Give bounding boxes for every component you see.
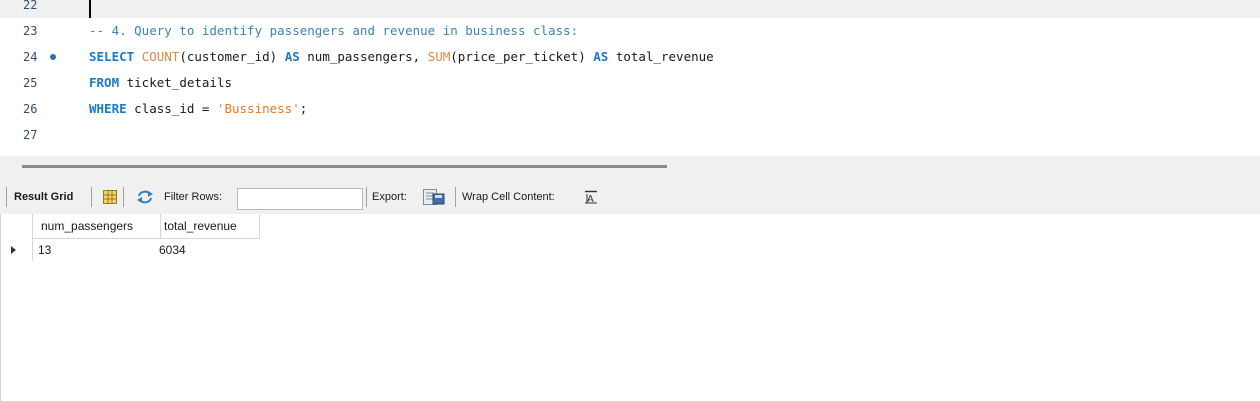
toolbar-separator [455, 187, 456, 207]
code-token: (price_per_ticket) [450, 49, 594, 64]
export-label: Export: [372, 191, 407, 203]
editor-line[interactable]: 25 FROM ticket_details [0, 70, 1260, 96]
code-token: total_revenue [608, 49, 714, 64]
result-toolbar: Result Grid Filter Rows: Export: Wrap Ce… [0, 181, 1260, 214]
code-token: num_passengers, [299, 49, 428, 64]
line-number: 25 [23, 76, 38, 90]
editor-line[interactable]: 23 -- 4. Query to identify passengers an… [0, 18, 1260, 44]
line-number: 27 [23, 128, 38, 142]
editor-horizontal-scrollbar[interactable] [0, 156, 1260, 181]
code-token: SELECT [89, 49, 135, 64]
filter-rows-input[interactable] [237, 188, 363, 210]
code-token: AS [284, 49, 300, 64]
line-number: 23 [23, 24, 38, 38]
row-selector[interactable] [0, 239, 32, 261]
table-cell[interactable]: 6034 [159, 239, 186, 261]
column-header-total-revenue[interactable]: total_revenue [161, 214, 260, 239]
code-line: -- 4. Query to identify passengers and r… [89, 18, 578, 44]
code-token: SUM [427, 49, 451, 64]
toolbar-separator [91, 187, 92, 207]
line-number: 26 [23, 102, 38, 116]
column-header-num-passengers[interactable]: num_passengers [33, 214, 161, 239]
editor-line[interactable]: 22 [0, 0, 1260, 18]
code-token: class_id = [126, 101, 217, 116]
code-token: ; [299, 101, 308, 116]
refresh-icon[interactable] [136, 190, 154, 204]
code-line: SELECT COUNT(customer_id) AS num_passeng… [89, 44, 714, 70]
toolbar-separator [6, 187, 7, 207]
code-token: ticket_details [119, 75, 232, 90]
code-line: WHERE class_id = 'Bussiness'; [89, 96, 307, 122]
current-row-arrow-icon [11, 246, 16, 254]
code-token: 'Bussiness' [216, 101, 300, 116]
toolbar-separator [366, 187, 367, 207]
code-token: FROM [89, 75, 120, 90]
editor-line[interactable]: 26 WHERE class_id = 'Bussiness'; [0, 96, 1260, 122]
wrap-icon[interactable]: A [584, 190, 598, 204]
editor-line[interactable]: 24 SELECT COUNT(customer_id) AS num_pass… [0, 44, 1260, 70]
line-number: 22 [23, 0, 38, 12]
code-token: COUNT [141, 49, 180, 64]
code-token: (customer_id) [179, 49, 285, 64]
text-caret [89, 0, 91, 18]
line-number: 24 [23, 50, 38, 64]
export-icon[interactable] [423, 189, 445, 205]
scrollbar-thumb[interactable] [22, 165, 667, 168]
filter-rows-label: Filter Rows: [164, 191, 223, 203]
statement-marker-icon [50, 54, 56, 60]
code-token: -- 4. Query to identify passengers and r… [89, 23, 579, 38]
toolbar-separator [123, 187, 124, 207]
result-grid[interactable]: num_passengers total_revenue 13 6034 [0, 214, 1260, 401]
wrap-cell-content-label: Wrap Cell Content: [462, 191, 555, 203]
grid-icon[interactable] [103, 190, 117, 204]
code-token: AS [593, 49, 609, 64]
table-cell[interactable]: 13 [38, 239, 51, 261]
sql-editor[interactable]: 22 23 -- 4. Query to identify passengers… [0, 0, 1260, 156]
code-line: FROM ticket_details [89, 70, 232, 96]
result-grid-tab[interactable]: Result Grid [14, 181, 73, 214]
editor-line[interactable]: 27 [0, 122, 1260, 148]
code-token: WHERE [89, 101, 127, 116]
